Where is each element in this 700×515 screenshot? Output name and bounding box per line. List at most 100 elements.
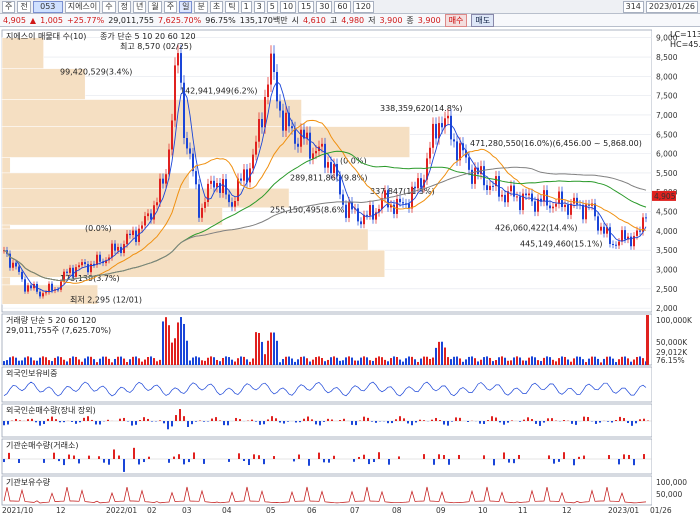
volume-bar xyxy=(183,323,185,365)
foreign-net-bar xyxy=(171,421,173,427)
volume-bar xyxy=(618,359,620,365)
toolbar-item[interactable]: 월 xyxy=(148,0,162,13)
volume-bar xyxy=(126,361,128,365)
foreign-net-bar xyxy=(59,421,61,423)
foreign-net-bar xyxy=(543,421,545,423)
volume-bar xyxy=(252,358,254,365)
toolbar-item[interactable]: 일 xyxy=(179,0,193,13)
volume-bar xyxy=(222,357,224,365)
candle-body xyxy=(228,194,230,203)
candle-body xyxy=(636,230,638,236)
toolbar-item[interactable]: 053 xyxy=(32,0,63,13)
foreign-net-bar xyxy=(135,421,137,425)
foreign-net-bar xyxy=(279,421,281,423)
candle-body xyxy=(612,243,614,245)
toolbar-item[interactable]: 60 xyxy=(334,0,351,13)
volume-bar xyxy=(75,356,77,365)
volume-bar xyxy=(249,361,251,365)
candle-body xyxy=(396,198,398,214)
toolbar-item[interactable]: 10 xyxy=(279,0,297,13)
volume-bar xyxy=(144,359,146,365)
foreign-net-bar xyxy=(75,421,77,424)
foreign-net-bar xyxy=(403,418,405,421)
foreign-net-bar xyxy=(219,420,221,421)
candle-body xyxy=(528,193,530,196)
candle-body xyxy=(369,205,371,216)
ma-legend: 종가 단순 5 10 20 60 120 xyxy=(100,31,196,41)
candle-body xyxy=(147,213,149,217)
inst-net-bar xyxy=(18,459,20,464)
toolbar-item[interactable]: 년 xyxy=(132,0,147,13)
toolbar-item[interactable]: 3 xyxy=(253,0,265,13)
foreign-net-bar xyxy=(643,418,645,421)
candle-body xyxy=(21,271,23,280)
foreign-net-bar xyxy=(511,420,513,421)
inst-net-bar xyxy=(358,456,360,459)
volume-bar xyxy=(81,361,83,365)
buy-button[interactable]: 매수 xyxy=(444,13,468,27)
toolbar-item[interactable]: 1 xyxy=(240,0,252,13)
toolbar-item[interactable]: 전 xyxy=(17,0,31,13)
volume-bar xyxy=(159,359,161,365)
period-count-input[interactable]: 314 xyxy=(622,0,644,13)
foreign-net-bar xyxy=(43,421,45,425)
toolbar-item[interactable]: 지에스이 xyxy=(64,0,101,13)
foreign-net-bar xyxy=(551,418,553,421)
volume-bar xyxy=(78,359,80,365)
toolbar-item[interactable]: 15 xyxy=(298,0,315,13)
candle-body xyxy=(321,143,323,147)
volume-value-label: 29,011,755주 (7,625.70%) xyxy=(6,326,111,335)
inst-net-bar xyxy=(318,452,320,459)
foreign-net-bar xyxy=(179,409,181,421)
candle-body xyxy=(534,201,536,212)
price-tick-label: 8,500 xyxy=(656,53,678,62)
candle-body xyxy=(324,143,326,168)
volume-bar xyxy=(42,356,44,365)
candle-body xyxy=(489,185,491,191)
foreign-net-bar xyxy=(91,419,93,421)
toolbar-item[interactable]: 5 xyxy=(266,0,278,13)
volume-bar xyxy=(267,340,269,365)
volume-bar xyxy=(612,358,614,365)
x-tick-label: 12 xyxy=(562,506,572,515)
toolbar-item[interactable]: 초 xyxy=(209,0,224,13)
toolbar-item[interactable]: 분 xyxy=(194,0,208,13)
foreign-net-bar xyxy=(455,417,457,421)
toolbar-item[interactable]: 틱 xyxy=(225,0,239,13)
foreign-net-bar xyxy=(139,420,141,421)
candle-body xyxy=(294,128,296,144)
inst-net-bar xyxy=(583,455,585,459)
toolbar-item[interactable]: 수 xyxy=(102,0,116,13)
date-input[interactable]: 2023/01/26 xyxy=(645,0,698,13)
candle-body xyxy=(72,267,74,277)
foreign-net-bar xyxy=(287,421,289,422)
volume-bar xyxy=(231,359,233,365)
toolbar-item[interactable]: 주 xyxy=(2,0,16,13)
toolbar-item[interactable]: 정 xyxy=(117,0,131,13)
candle-body xyxy=(174,65,176,121)
volume-bar xyxy=(483,357,485,365)
toolbar-item[interactable]: 30 xyxy=(316,0,333,13)
toolbar-item[interactable]: 120 xyxy=(352,0,374,13)
foreign-net-bar xyxy=(483,421,485,425)
inst-net-bar xyxy=(628,454,630,459)
volume-bar xyxy=(63,359,65,365)
volume-bar xyxy=(513,357,515,365)
candle-body xyxy=(435,123,437,139)
sell-button[interactable]: 매도 xyxy=(471,13,495,27)
volume-bar xyxy=(60,357,62,365)
stock-chart[interactable]: 9,0008,5008,0007,5007,0006,5006,0005,500… xyxy=(0,27,700,515)
volume-bar xyxy=(105,356,107,365)
foreign-net-bar xyxy=(107,419,109,421)
candle-body xyxy=(222,179,224,193)
inst-net-bar xyxy=(363,454,365,459)
lc-label: LC=113.7 xyxy=(670,30,700,39)
volume-bar xyxy=(498,357,500,365)
candle-body xyxy=(558,191,560,204)
hc-label: HC=45.8 xyxy=(670,40,700,49)
volume-bar xyxy=(273,332,275,365)
foreign-net-bar xyxy=(531,419,533,421)
candle-body xyxy=(570,203,572,215)
toolbar-item[interactable]: 주 xyxy=(163,0,178,13)
volume-bar xyxy=(456,356,458,365)
